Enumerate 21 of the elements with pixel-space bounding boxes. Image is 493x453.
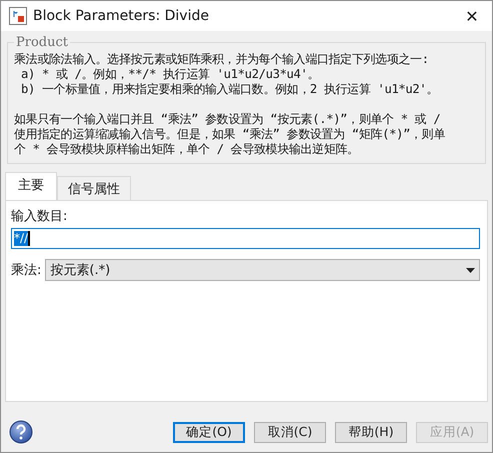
dropdown-arrow-icon bbox=[466, 268, 475, 272]
field-label: 乘法: bbox=[11, 262, 42, 279]
dialog-button[interactable]: 帮助(H) bbox=[335, 422, 407, 442]
description-text: b) 一个标量值，用来指定要相乘的输入端口数。例如，2 执行运算 'u1*u2'。 bbox=[20, 82, 440, 97]
description-text: a) * 或 /。例如，**/* 执行运算 'u1*u2/u3*u4'。 bbox=[20, 67, 320, 82]
tab[interactable]: 主要 bbox=[5, 172, 57, 200]
description-text: 个 * 会导致模块原样输出矩阵，单个 / 会导致模块输出逆矩阵。 bbox=[14, 142, 360, 157]
input-field[interactable]: *// bbox=[11, 228, 480, 249]
dialog-button[interactable]: 确定(O) bbox=[173, 422, 245, 442]
description-text: 乘法或除法输入。选择按元素或矩阵乘积，并为每个输入端口指定下列选项之一: bbox=[14, 52, 430, 67]
tab[interactable]: 信号属性 bbox=[57, 176, 131, 200]
close-button[interactable]: ✕ bbox=[452, 6, 492, 26]
help-icon[interactable] bbox=[9, 420, 33, 444]
description-text: 使用指定的运算缩减输入信号。但是，如果 “乘法” 参数设置为 “矩阵(*)”，则单 bbox=[14, 127, 446, 142]
field-label: 输入数目: bbox=[11, 208, 68, 225]
multiplication-dropdown[interactable]: 按元素(.*) bbox=[45, 259, 480, 281]
app-icon bbox=[9, 7, 27, 25]
description-text: 如果只有一个输入端口并且 “乘法” 参数设置为 “按元素(.*)”，则单个 * 或 / bbox=[14, 112, 442, 127]
group-title: Product bbox=[15, 35, 69, 50]
window-title: Block Parameters: Divide bbox=[33, 8, 210, 24]
dialog-button[interactable]: 取消(C) bbox=[254, 422, 326, 442]
